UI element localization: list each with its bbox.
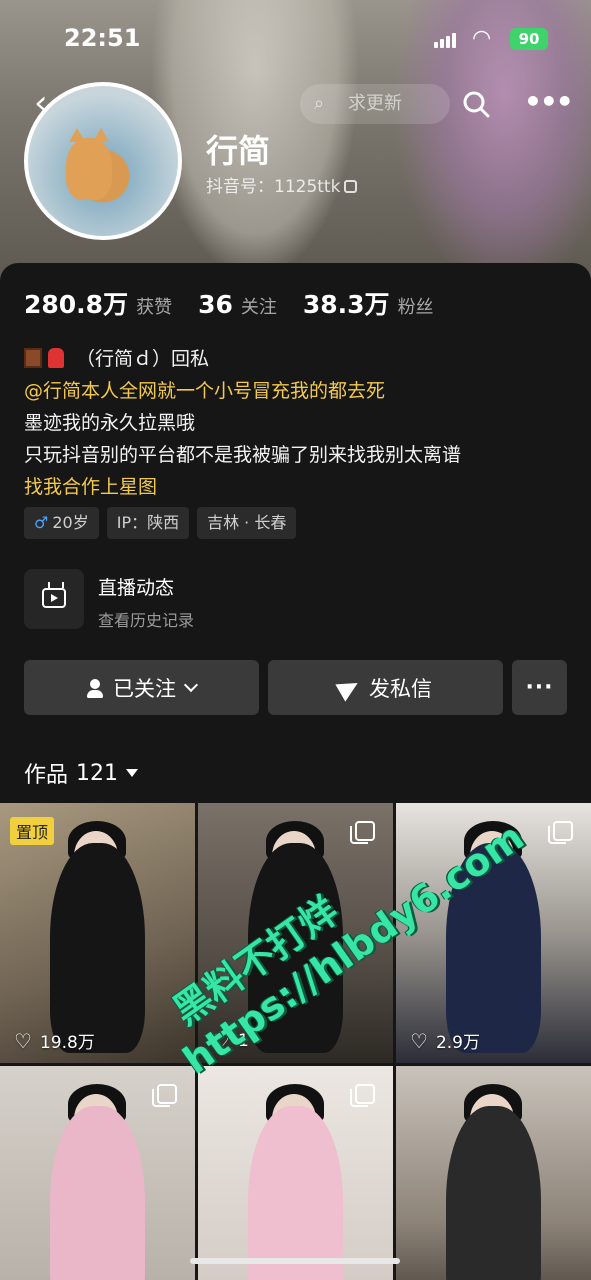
- live-title: 直播动态: [98, 577, 175, 599]
- send-message-label: 发私信: [369, 676, 432, 701]
- like-count: ♡ 2.9万: [410, 1028, 480, 1054]
- search-input[interactable]: ⌕ 求更新: [300, 84, 450, 124]
- stat-following[interactable]: 36 关注: [198, 290, 277, 319]
- stat-number: 38.3万: [302, 290, 390, 319]
- clock: 22:51: [64, 24, 141, 52]
- like-count-text: 2.9万: [435, 1033, 480, 1053]
- figure-body: [248, 1106, 343, 1280]
- status-bar: 22:51 ◠ 90: [0, 22, 591, 58]
- stat-label: 关注: [240, 297, 277, 318]
- like-count-text: 19.8万: [39, 1033, 95, 1053]
- send-icon: [335, 673, 363, 702]
- stat-followers[interactable]: 38.3万 粉丝: [303, 285, 434, 321]
- location-tag: 吉林 · 长春: [197, 507, 297, 539]
- video-tile[interactable]: [396, 1066, 591, 1280]
- douyin-id-text: 抖音号：1125ttk: [206, 177, 341, 197]
- bio-text: （行简ｄ）回私: [76, 348, 210, 370]
- multi-image-icon: [350, 1084, 375, 1107]
- search-box-icon: ⌕: [314, 93, 325, 114]
- chevron-down-icon: [183, 677, 199, 692]
- works-count: 121: [76, 760, 119, 786]
- live-subtitle: 查看历史记录: [98, 611, 195, 630]
- battery-icon: 90: [510, 28, 548, 50]
- video-tile[interactable]: 置顶 ♡ 19.8万: [0, 803, 195, 1063]
- tv-icon: [42, 588, 66, 608]
- person-check-icon: [87, 678, 105, 698]
- works-tab[interactable]: 作品 121: [24, 757, 139, 789]
- stat-number: 36: [198, 290, 233, 319]
- wifi-icon: ◠: [472, 26, 492, 51]
- multi-image-icon: [350, 821, 375, 844]
- send-message-button[interactable]: 发私信: [268, 660, 503, 715]
- multi-image-icon: [152, 1084, 177, 1107]
- profile-card: 280.8万 获赞 36 关注 38.3万 粉丝 （行简ｄ）回私 @行简本人全网…: [0, 263, 591, 1280]
- figure-body: [50, 843, 145, 1053]
- cellular-signal-icon: [434, 32, 462, 48]
- live-icon-box: [24, 569, 84, 629]
- stat-label: 粉丝: [397, 297, 434, 318]
- ip-tag: IP：陕西: [106, 507, 190, 539]
- stat-number: 280.8万: [24, 290, 129, 319]
- profile-actions: 已关注 发私信 ···: [24, 660, 567, 715]
- works-label: 作品: [24, 763, 69, 788]
- stat-label: 获赞: [136, 297, 173, 318]
- multi-image-icon: [548, 821, 573, 844]
- age-tag: ♂ 20岁: [24, 507, 99, 539]
- douyin-id[interactable]: 抖音号：1125ttk: [206, 172, 358, 197]
- home-indicator[interactable]: [190, 1258, 400, 1264]
- heart-icon: ♡: [14, 1028, 32, 1053]
- scarf-emoji-icon: [48, 348, 64, 368]
- video-tile[interactable]: [198, 1066, 393, 1280]
- profile-bio: （行简ｄ）回私 @行简本人全网就一个小号冒充我的都去死 墨迹我的永久拉黑哦 只玩…: [24, 343, 574, 503]
- search-icon[interactable]: [460, 88, 492, 120]
- profile-name: 行简: [206, 132, 271, 170]
- profile-stats: 280.8万 获赞 36 关注 38.3万 粉丝: [24, 285, 460, 325]
- search-placeholder: 求更新: [348, 93, 402, 114]
- video-tile[interactable]: [0, 1066, 195, 1280]
- copy-icon[interactable]: [344, 180, 358, 193]
- bio-line: 墨迹我的永久拉黑哦: [24, 412, 196, 434]
- pinned-badge: 置顶: [10, 817, 55, 845]
- door-emoji-icon: [24, 348, 42, 368]
- figure-body: [50, 1106, 145, 1280]
- bio-mention-link[interactable]: @行简本人全网就一个小号冒充我的都去死: [24, 375, 574, 407]
- profile-tags: ♂ 20岁 IP：陕西 吉林 · 长春: [24, 507, 304, 539]
- avatar[interactable]: [24, 82, 182, 240]
- followed-button[interactable]: 已关注: [24, 660, 259, 715]
- male-icon: ♂: [34, 513, 49, 532]
- more-options-icon[interactable]: •••: [524, 88, 574, 120]
- followed-label: 已关注: [113, 676, 176, 701]
- figure-body: [446, 1106, 541, 1280]
- stat-likes[interactable]: 280.8万 获赞: [24, 285, 172, 321]
- caret-down-icon: [126, 769, 139, 777]
- bio-line: 只玩抖音别的平台都不是我被骗了别来找我别太离谱: [24, 444, 462, 466]
- bio-xingtu-link[interactable]: 找我合作上星图: [24, 471, 574, 503]
- age-text: 20岁: [52, 513, 89, 532]
- heart-icon: ♡: [410, 1028, 428, 1053]
- more-actions-button[interactable]: ···: [512, 660, 567, 715]
- like-count: ♡ 19.8万: [14, 1028, 95, 1054]
- live-history-entry[interactable]: 直播动态 查看历史记录: [24, 569, 564, 633]
- cat-picture: [66, 128, 112, 200]
- bio-line: （行简ｄ）回私: [24, 343, 574, 375]
